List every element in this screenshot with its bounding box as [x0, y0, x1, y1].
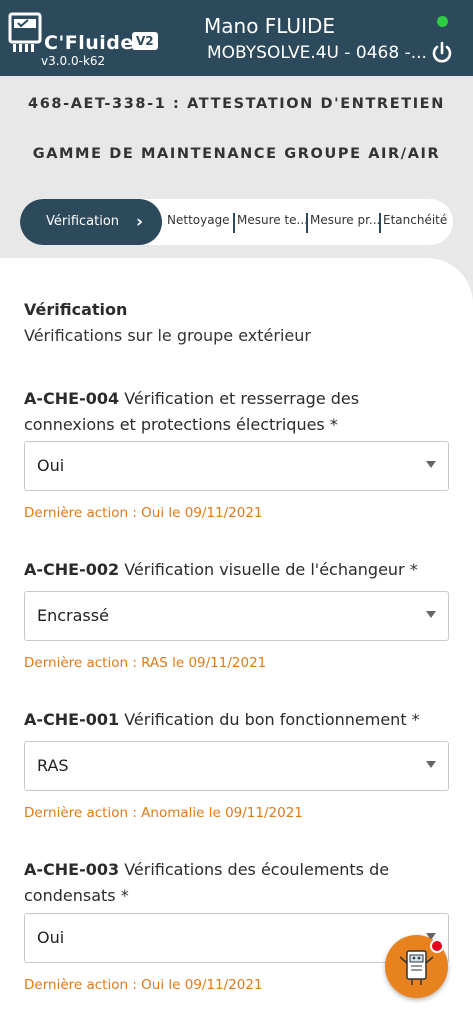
question-code: A-CHE-001: [24, 710, 120, 729]
question-code: A-CHE-003: [24, 860, 120, 879]
company-selector[interactable]: MOBYSOLVE.4U - 0468 -...: [207, 43, 427, 63]
connection-status-icon: [437, 16, 448, 27]
answer-select[interactable]: Oui: [24, 441, 449, 491]
step-mesure-pression[interactable]: Mesure pr...: [306, 213, 380, 233]
dropdown-arrow-icon: [426, 611, 436, 618]
dropdown-arrow-icon: [426, 461, 436, 468]
select-value: Encrassé: [37, 606, 109, 625]
select-value: Oui: [37, 456, 65, 475]
last-action: Dernière action : Anomalie le 09/11/2021: [24, 805, 303, 821]
cfluide-logo-icon: [8, 12, 42, 52]
power-icon[interactable]: [429, 40, 455, 66]
app-header: C'Fluide V2 v3.0.0-k62 Mano FLUIDE MOBYS…: [0, 0, 473, 76]
notification-badge: [430, 939, 444, 953]
step-mesure-temperature[interactable]: Mesure te...: [233, 213, 307, 233]
version-badge: V2: [132, 32, 158, 50]
app-version: v3.0.0-k62: [41, 54, 106, 68]
step-label: Vérification: [46, 214, 120, 229]
question-label: A-CHE-002 Vérification visuelle de l'éch…: [24, 557, 444, 583]
step-nettoyage[interactable]: Nettoyage: [167, 213, 235, 233]
last-action: Dernière action : Oui le 09/11/2021: [24, 977, 263, 993]
question-label: A-CHE-004 Vérification et resserrage des…: [24, 386, 444, 438]
section-title: Vérification: [24, 300, 128, 319]
question-label: A-CHE-001 Vérification du bon fonctionne…: [24, 707, 444, 733]
select-value: RAS: [37, 756, 69, 775]
last-action: Dernière action : Oui le 09/11/2021: [24, 505, 263, 521]
answer-select[interactable]: Encrassé: [24, 591, 449, 641]
app-logo: C'Fluide V2 v3.0.0-k62: [8, 12, 158, 68]
last-action: Dernière action : RAS le 09/11/2021: [24, 655, 267, 671]
maintenance-range-title: GAMME DE MAINTENANCE GROUPE AIR/AIR: [32, 146, 441, 162]
step-verification[interactable]: Vérification ›: [20, 199, 162, 245]
step-etancheite[interactable]: Etanchéité: [379, 213, 453, 233]
question-text: Vérification du bon fonctionnement *: [124, 710, 420, 729]
brand-name: C'Fluide: [44, 32, 134, 54]
question-label: A-CHE-003 Vérifications des écoulements …: [24, 857, 444, 909]
user-name: Mano FLUIDE: [204, 14, 336, 38]
question-text: Vérification visuelle de l'échangeur *: [124, 560, 418, 579]
select-value: Oui: [37, 928, 65, 947]
form-card: [0, 258, 473, 1024]
answer-select[interactable]: RAS: [24, 741, 449, 791]
document-reference: 468-AET-338-1 : ATTESTATION D'ENTRETIEN: [28, 96, 445, 112]
dropdown-arrow-icon: [426, 761, 436, 768]
question-code: A-CHE-004: [24, 389, 120, 408]
section-subtitle: Vérifications sur le groupe extérieur: [24, 326, 311, 345]
chevron-right-icon: ›: [136, 212, 144, 232]
step-navigation: Vérification › Nettoyage Mesure te... Me…: [20, 199, 453, 245]
question-code: A-CHE-002: [24, 560, 120, 579]
